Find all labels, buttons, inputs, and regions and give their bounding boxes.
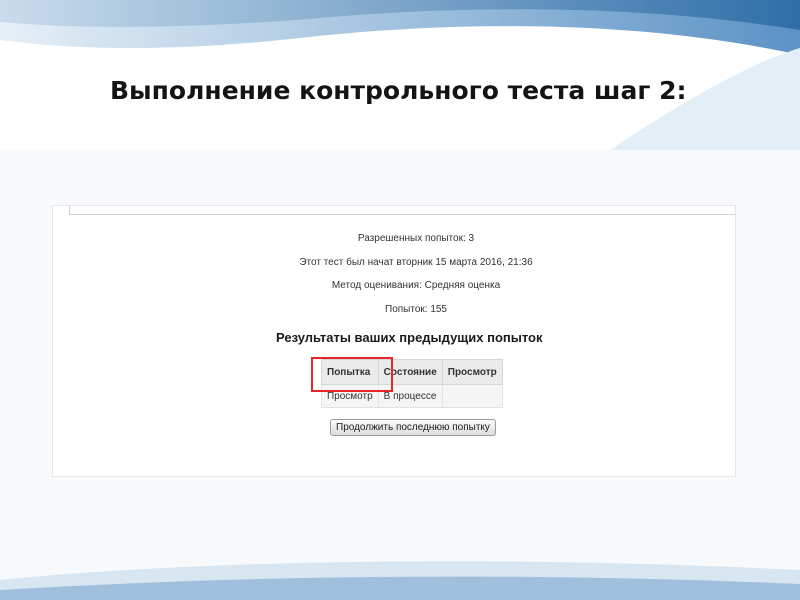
attempts-count-text: Попыток: 155 — [385, 304, 447, 315]
continue-last-attempt-button[interactable]: Продолжить последнюю попытку — [330, 419, 496, 436]
attempts-allowed-text: Разрешенных попыток: 3 — [357, 233, 475, 244]
panel-border-line — [69, 214, 735, 215]
results-heading: Результаты ваших предыдущих попыток — [276, 330, 543, 345]
grading-method-text: Метод оценивания: Средняя оценка — [331, 280, 501, 291]
bottom-wave-decoration — [0, 561, 800, 600]
slide-title: Выполнение контрольного теста шаг 2: — [110, 76, 687, 105]
quiz-screenshot-panel: Разрешенных попыток: 3 Этот тест был нач… — [53, 206, 735, 476]
slide: Выполнение контрольного теста шаг 2: Раз… — [0, 0, 800, 600]
column-header-review: Просмотр — [441, 359, 503, 385]
quiz-started-text: Этот тест был начат вторник 15 марта 201… — [299, 257, 533, 268]
top-wave-decoration — [0, 0, 800, 150]
panel-border-tick — [69, 206, 70, 215]
attempt-review-cell — [441, 384, 503, 408]
highlight-frame — [311, 357, 393, 392]
